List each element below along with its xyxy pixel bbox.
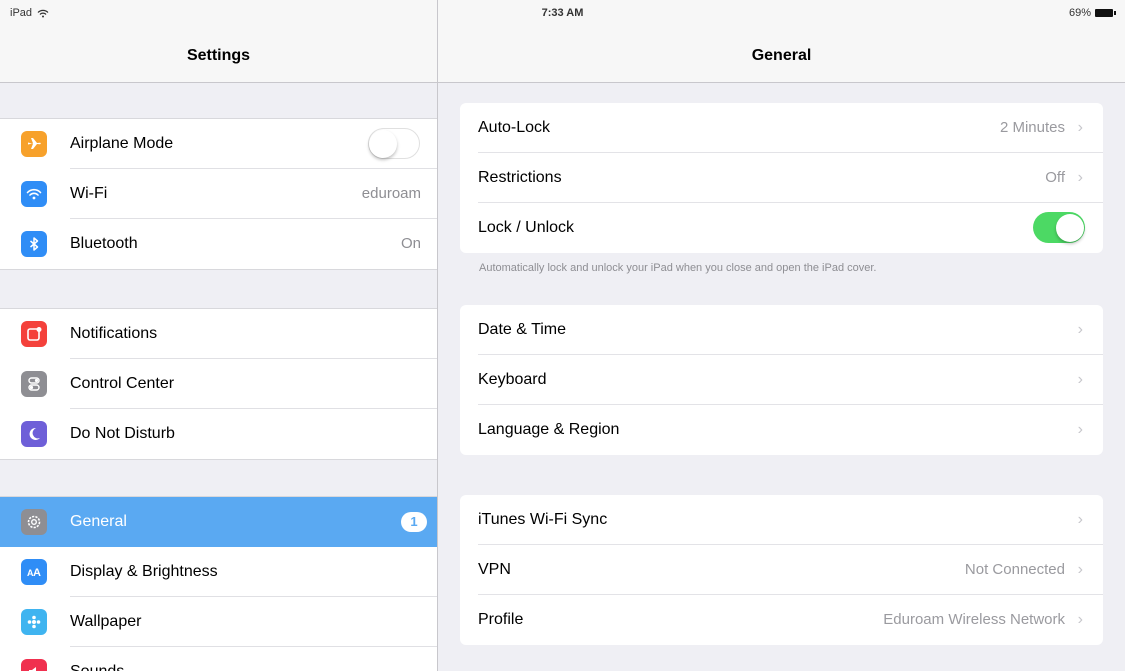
control-center-icon xyxy=(21,371,47,397)
chevron-right-icon: › xyxy=(1077,611,1083,628)
airplane-icon xyxy=(21,131,47,157)
chevron-right-icon: › xyxy=(1077,511,1083,528)
wifi-label: Wi-Fi xyxy=(70,185,108,202)
lock-unlock-toggle[interactable] xyxy=(1033,212,1085,243)
toggle-knob xyxy=(369,130,397,158)
vpn-status-value: Not Connected xyxy=(964,561,1065,578)
sounds-label: Sounds xyxy=(70,647,124,671)
auto-lock-value: 2 Minutes xyxy=(999,119,1065,136)
battery-percentage: 69% xyxy=(1068,7,1091,19)
chevron-right-icon: › xyxy=(1077,371,1083,388)
profile-label: Profile xyxy=(478,611,524,628)
lock-group: Auto-Lock 2 Minutes › Restrictions Off ›… xyxy=(460,103,1103,253)
wifi-network-value: eduroam xyxy=(361,185,421,202)
row-keyboard[interactable]: Keyboard › xyxy=(460,355,1103,405)
restrictions-label: Restrictions xyxy=(478,169,562,186)
status-bar: iPad 7:33 AM 69% xyxy=(0,0,1125,24)
bluetooth-status-value: On xyxy=(400,235,421,252)
status-time: 7:33 AM xyxy=(541,7,584,19)
wifi-icon xyxy=(21,181,47,207)
row-itunes-wifi-sync[interactable]: iTunes Wi-Fi Sync › xyxy=(460,495,1103,545)
airplane-mode-toggle[interactable] xyxy=(368,128,420,159)
general-label: General xyxy=(70,513,127,530)
airplane-mode-label: Airplane Mode xyxy=(70,135,174,152)
language-region-label: Language & Region xyxy=(478,421,620,438)
settings-row-general[interactable]: General 1 xyxy=(0,497,437,547)
row-language-region[interactable]: Language & Region › xyxy=(460,405,1103,455)
bluetooth-icon xyxy=(21,231,47,257)
row-profile[interactable]: Profile Eduroam Wireless Network › xyxy=(460,595,1103,645)
chevron-right-icon: › xyxy=(1077,561,1083,578)
settings-row-sounds[interactable]: Sounds xyxy=(0,647,437,671)
gear-icon xyxy=(21,509,47,535)
settings-row-control-center[interactable]: Control Center xyxy=(0,359,437,409)
date-time-label: Date & Time xyxy=(478,321,567,338)
moon-icon xyxy=(21,421,47,447)
control-center-label: Control Center xyxy=(70,375,175,392)
settings-row-display-brightness[interactable]: AA Display & Brightness xyxy=(0,547,437,597)
connectivity-group: Airplane Mode Wi-Fi eduroam Bluetooth On xyxy=(0,118,437,270)
status-right: 69% xyxy=(1068,7,1116,19)
chevron-right-icon: › xyxy=(1077,119,1083,136)
notifications-icon xyxy=(21,321,47,347)
do-not-disturb-label: Do Not Disturb xyxy=(70,425,175,442)
settings-row-do-not-disturb[interactable]: Do Not Disturb xyxy=(0,409,437,459)
row-date-time[interactable]: Date & Time › xyxy=(460,305,1103,355)
settings-row-airplane-mode[interactable]: Airplane Mode xyxy=(0,119,437,169)
display-brightness-label: Display & Brightness xyxy=(70,563,218,580)
system-group: General 1 AA Display & Brightness Wallpa… xyxy=(0,496,437,671)
sounds-icon xyxy=(21,659,47,671)
row-vpn[interactable]: VPN Not Connected › xyxy=(460,545,1103,595)
settings-row-wallpaper[interactable]: Wallpaper xyxy=(0,597,437,647)
general-detail-panel: General Auto-Lock 2 Minutes › Restrictio… xyxy=(438,0,1125,671)
row-restrictions[interactable]: Restrictions Off › xyxy=(460,153,1103,203)
battery-icon xyxy=(1095,9,1116,17)
settings-row-notifications[interactable]: Notifications xyxy=(0,309,437,359)
wallpaper-label: Wallpaper xyxy=(70,613,142,630)
row-lock-unlock: Lock / Unlock xyxy=(460,203,1103,253)
toggle-knob xyxy=(1056,213,1084,242)
chevron-right-icon: › xyxy=(1077,321,1083,338)
row-auto-lock[interactable]: Auto-Lock 2 Minutes › xyxy=(460,103,1103,153)
auto-lock-label: Auto-Lock xyxy=(478,119,551,136)
master-title: Settings xyxy=(186,47,251,64)
ipad-screen: Settings Airplane Mode Wi-Fi eduroam Blu… xyxy=(0,0,1125,671)
profile-value: Eduroam Wireless Network xyxy=(883,611,1065,628)
settings-master-panel: Settings Airplane Mode Wi-Fi eduroam Blu… xyxy=(0,0,438,671)
restrictions-value: Off xyxy=(1045,169,1065,186)
keyboard-label: Keyboard xyxy=(478,371,547,388)
svg-text:A: A xyxy=(33,567,41,579)
chevron-right-icon: › xyxy=(1077,169,1083,186)
lock-unlock-label: Lock / Unlock xyxy=(478,219,575,236)
locale-group: Date & Time › Keyboard › Language & Regi… xyxy=(460,305,1103,455)
notifications-label: Notifications xyxy=(70,325,158,342)
detail-title: General xyxy=(751,47,812,64)
settings-row-wifi[interactable]: Wi-Fi eduroam xyxy=(0,169,437,219)
itunes-wifi-sync-label: iTunes Wi-Fi Sync xyxy=(478,511,608,528)
wallpaper-icon xyxy=(21,609,47,635)
settings-row-bluetooth[interactable]: Bluetooth On xyxy=(0,219,437,269)
update-badge: 1 xyxy=(401,512,427,532)
notifications-group: Notifications Control Center Do Not Dist… xyxy=(0,308,437,460)
vpn-label: VPN xyxy=(478,561,511,578)
display-icon: AA xyxy=(21,559,47,585)
chevron-right-icon: › xyxy=(1077,421,1083,438)
network-group: iTunes Wi-Fi Sync › VPN Not Connected › … xyxy=(460,495,1103,645)
lock-unlock-footnote: Automatically lock and unlock your iPad … xyxy=(479,262,877,274)
bluetooth-label: Bluetooth xyxy=(70,235,138,252)
